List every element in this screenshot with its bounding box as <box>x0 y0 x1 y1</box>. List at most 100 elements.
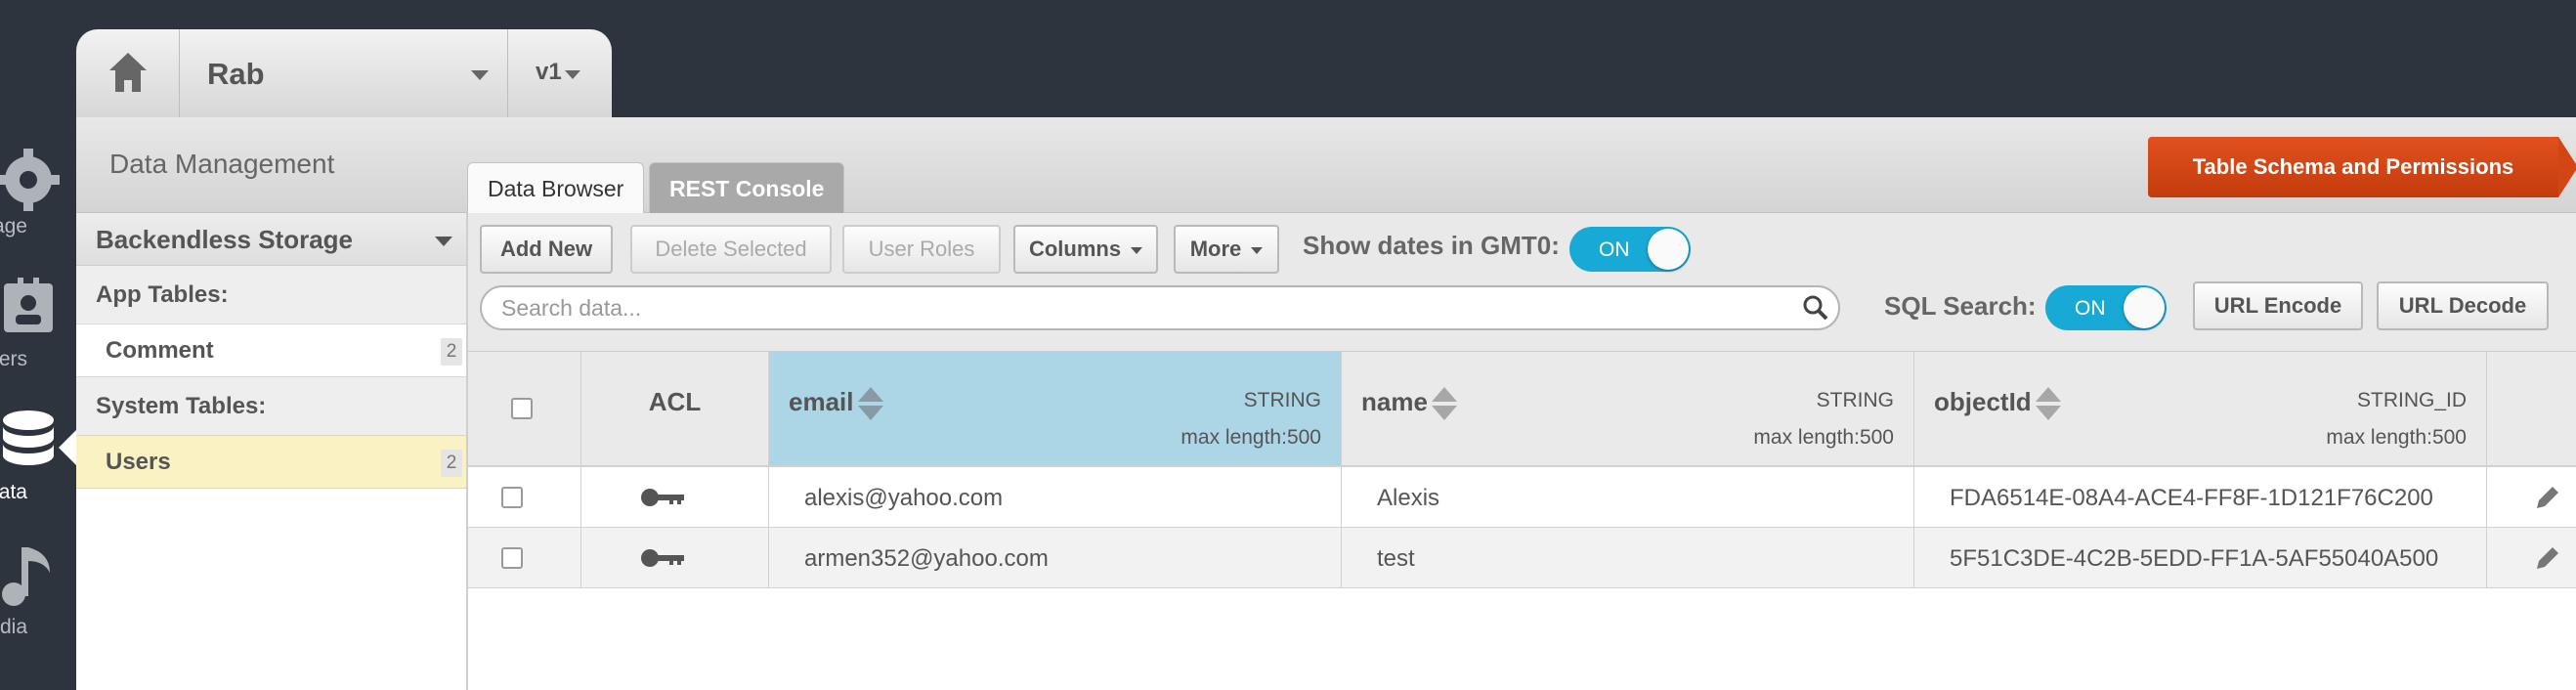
system-tables-header: System Tables: <box>76 377 466 436</box>
chevron-down-icon[interactable] <box>435 237 452 246</box>
sidebar-item-label: Comment <box>106 337 214 364</box>
storage-label: Backendless Storage <box>96 225 354 254</box>
url-decode-button[interactable]: URL Decode <box>2377 281 2549 330</box>
toggle-knob <box>1648 229 1689 270</box>
more-label: More <box>1189 237 1242 261</box>
column-name: objectId <box>1934 387 2061 421</box>
rail-label: ers <box>0 348 27 370</box>
sidebar-item-comment[interactable]: Comment 2 <box>76 324 466 377</box>
name-column-header[interactable]: name STRING max length:500 <box>1342 352 1914 465</box>
sort-icon[interactable] <box>2035 387 2061 421</box>
table-header: ACL email STRING max length:500 name STR… <box>468 352 2576 467</box>
rail-label: ata <box>0 481 27 503</box>
chevron-down-icon <box>1131 246 1143 254</box>
row-checkbox[interactable] <box>501 547 523 569</box>
email-cell[interactable]: armen352@yahoo.com <box>769 528 1342 587</box>
tab-rest-console[interactable]: REST Console <box>649 162 845 213</box>
email-cell[interactable]: alexis@yahoo.com <box>769 467 1342 527</box>
column-name: name <box>1361 387 1457 421</box>
cell-value: test <box>1377 545 1415 572</box>
columns-label: Columns <box>1028 237 1122 261</box>
gear-icon <box>0 149 60 211</box>
select-all-cell <box>468 352 581 465</box>
rail-item-users[interactable]: ers <box>0 278 76 395</box>
email-column-header[interactable]: email STRING max length:500 <box>769 352 1342 465</box>
sort-icon[interactable] <box>857 387 883 421</box>
columns-button[interactable]: Columns <box>1013 225 1158 274</box>
sidebar: Backendless Storage App Tables: Comment … <box>76 213 468 690</box>
divider <box>507 29 508 117</box>
row-checkbox[interactable] <box>501 487 523 508</box>
user-roles-button[interactable]: User Roles <box>842 225 1001 274</box>
cell-value: 5F51C3DE-4C2B-5EDD-FF1A-5AF55040A500 <box>1950 545 2439 572</box>
column-name: email <box>789 387 883 421</box>
table-schema-button[interactable]: Table Schema and Permissions <box>2148 137 2558 197</box>
version-selector[interactable]: v1 <box>536 59 562 86</box>
cell-value: FDA6514E-08A4-ACE4-FF8F-1D121F76C200 <box>1950 485 2433 511</box>
more-button[interactable]: More <box>1174 225 1279 274</box>
search-icon[interactable] <box>1801 293 1830 323</box>
select-cell <box>468 528 581 587</box>
rail-item-data[interactable]: ata <box>0 409 76 526</box>
column-max-length: max length:500 <box>1181 426 1321 449</box>
select-all-checkbox[interactable] <box>511 398 533 419</box>
column-max-length: max length:500 <box>1753 426 1894 449</box>
app-name[interactable]: Rab <box>207 57 265 92</box>
column-name-text: email <box>789 387 854 416</box>
objectid-cell[interactable]: 5F51C3DE-4C2B-5EDD-FF1A-5AF55040A500 <box>1914 528 2487 587</box>
add-new-button[interactable]: Add New <box>480 225 613 274</box>
key-icon[interactable] <box>640 486 687 509</box>
table-row[interactable]: alexis@yahoo.com Alexis FDA6514E-08A4-AC… <box>468 467 2576 528</box>
name-cell[interactable]: Alexis <box>1342 467 1914 527</box>
cell-value: armen352@yahoo.com <box>804 545 1049 572</box>
sort-icon[interactable] <box>1431 387 1457 421</box>
page-title: Data Management <box>109 149 335 179</box>
home-button[interactable] <box>76 29 180 117</box>
row-count-badge: 2 <box>441 338 462 366</box>
acl-cell <box>581 467 769 527</box>
rail-item-storage[interactable]: age <box>0 145 76 262</box>
app-tables-header: App Tables: <box>76 266 466 324</box>
storage-selector[interactable]: Backendless Storage <box>76 213 466 266</box>
rail-label: dia <box>0 616 27 638</box>
column-name: ACL <box>648 387 702 416</box>
app-header: Rab v1 <box>76 29 612 117</box>
rail-item-media[interactable]: dia <box>0 543 76 661</box>
sql-search-toggle[interactable]: ON <box>2045 285 2167 330</box>
search-placeholder: Search data... <box>501 295 642 321</box>
home-icon <box>109 53 147 92</box>
tab-data-browser[interactable]: Data Browser <box>467 162 645 213</box>
pencil-icon[interactable] <box>2533 543 2562 573</box>
acl-cell <box>581 528 769 587</box>
section-header: Data Management Data Browser REST Consol… <box>76 117 2576 213</box>
objectid-column-header[interactable]: objectId STRING_ID max length:500 <box>1914 352 2487 465</box>
column-max-length: max length:500 <box>2326 426 2467 449</box>
toolbar: Add New Delete Selected User Roles Colum… <box>468 213 2576 352</box>
sidebar-item-users[interactable]: Users 2 <box>76 436 466 489</box>
key-icon[interactable] <box>640 546 687 570</box>
search-input[interactable]: Search data... <box>480 285 1840 330</box>
row-count-badge: 2 <box>441 450 462 477</box>
name-cell[interactable]: test <box>1342 528 1914 587</box>
gmt-toggle[interactable]: ON <box>1569 227 1691 272</box>
column-type: STRING <box>1243 389 1321 411</box>
pencil-icon[interactable] <box>2533 483 2562 512</box>
sql-search-label: SQL Search: <box>1884 291 2037 321</box>
url-encode-button[interactable]: URL Encode <box>2193 281 2363 330</box>
users-icon <box>4 278 53 332</box>
acl-column-header[interactable]: ACL <box>581 352 769 465</box>
table-row[interactable]: armen352@yahoo.com test 5F51C3DE-4C2B-5E… <box>468 528 2576 588</box>
chevron-down-icon[interactable] <box>565 70 580 79</box>
toggle-state: ON <box>2075 297 2106 320</box>
icon-rail: age ers ata dia <box>0 0 76 690</box>
objectid-cell[interactable]: FDA6514E-08A4-ACE4-FF8F-1D121F76C200 <box>1914 467 2487 527</box>
toggle-knob <box>2124 287 2165 328</box>
sidebar-item-label: Users <box>106 449 171 475</box>
cell-value: alexis@yahoo.com <box>804 485 1004 511</box>
toggle-state: ON <box>1599 238 1630 261</box>
column-type: STRING_ID <box>2356 389 2467 411</box>
media-icon <box>2 547 50 606</box>
delete-selected-button[interactable]: Delete Selected <box>630 225 832 274</box>
schema-button-arrow[interactable] <box>2558 137 2576 197</box>
chevron-down-icon[interactable] <box>471 70 489 80</box>
